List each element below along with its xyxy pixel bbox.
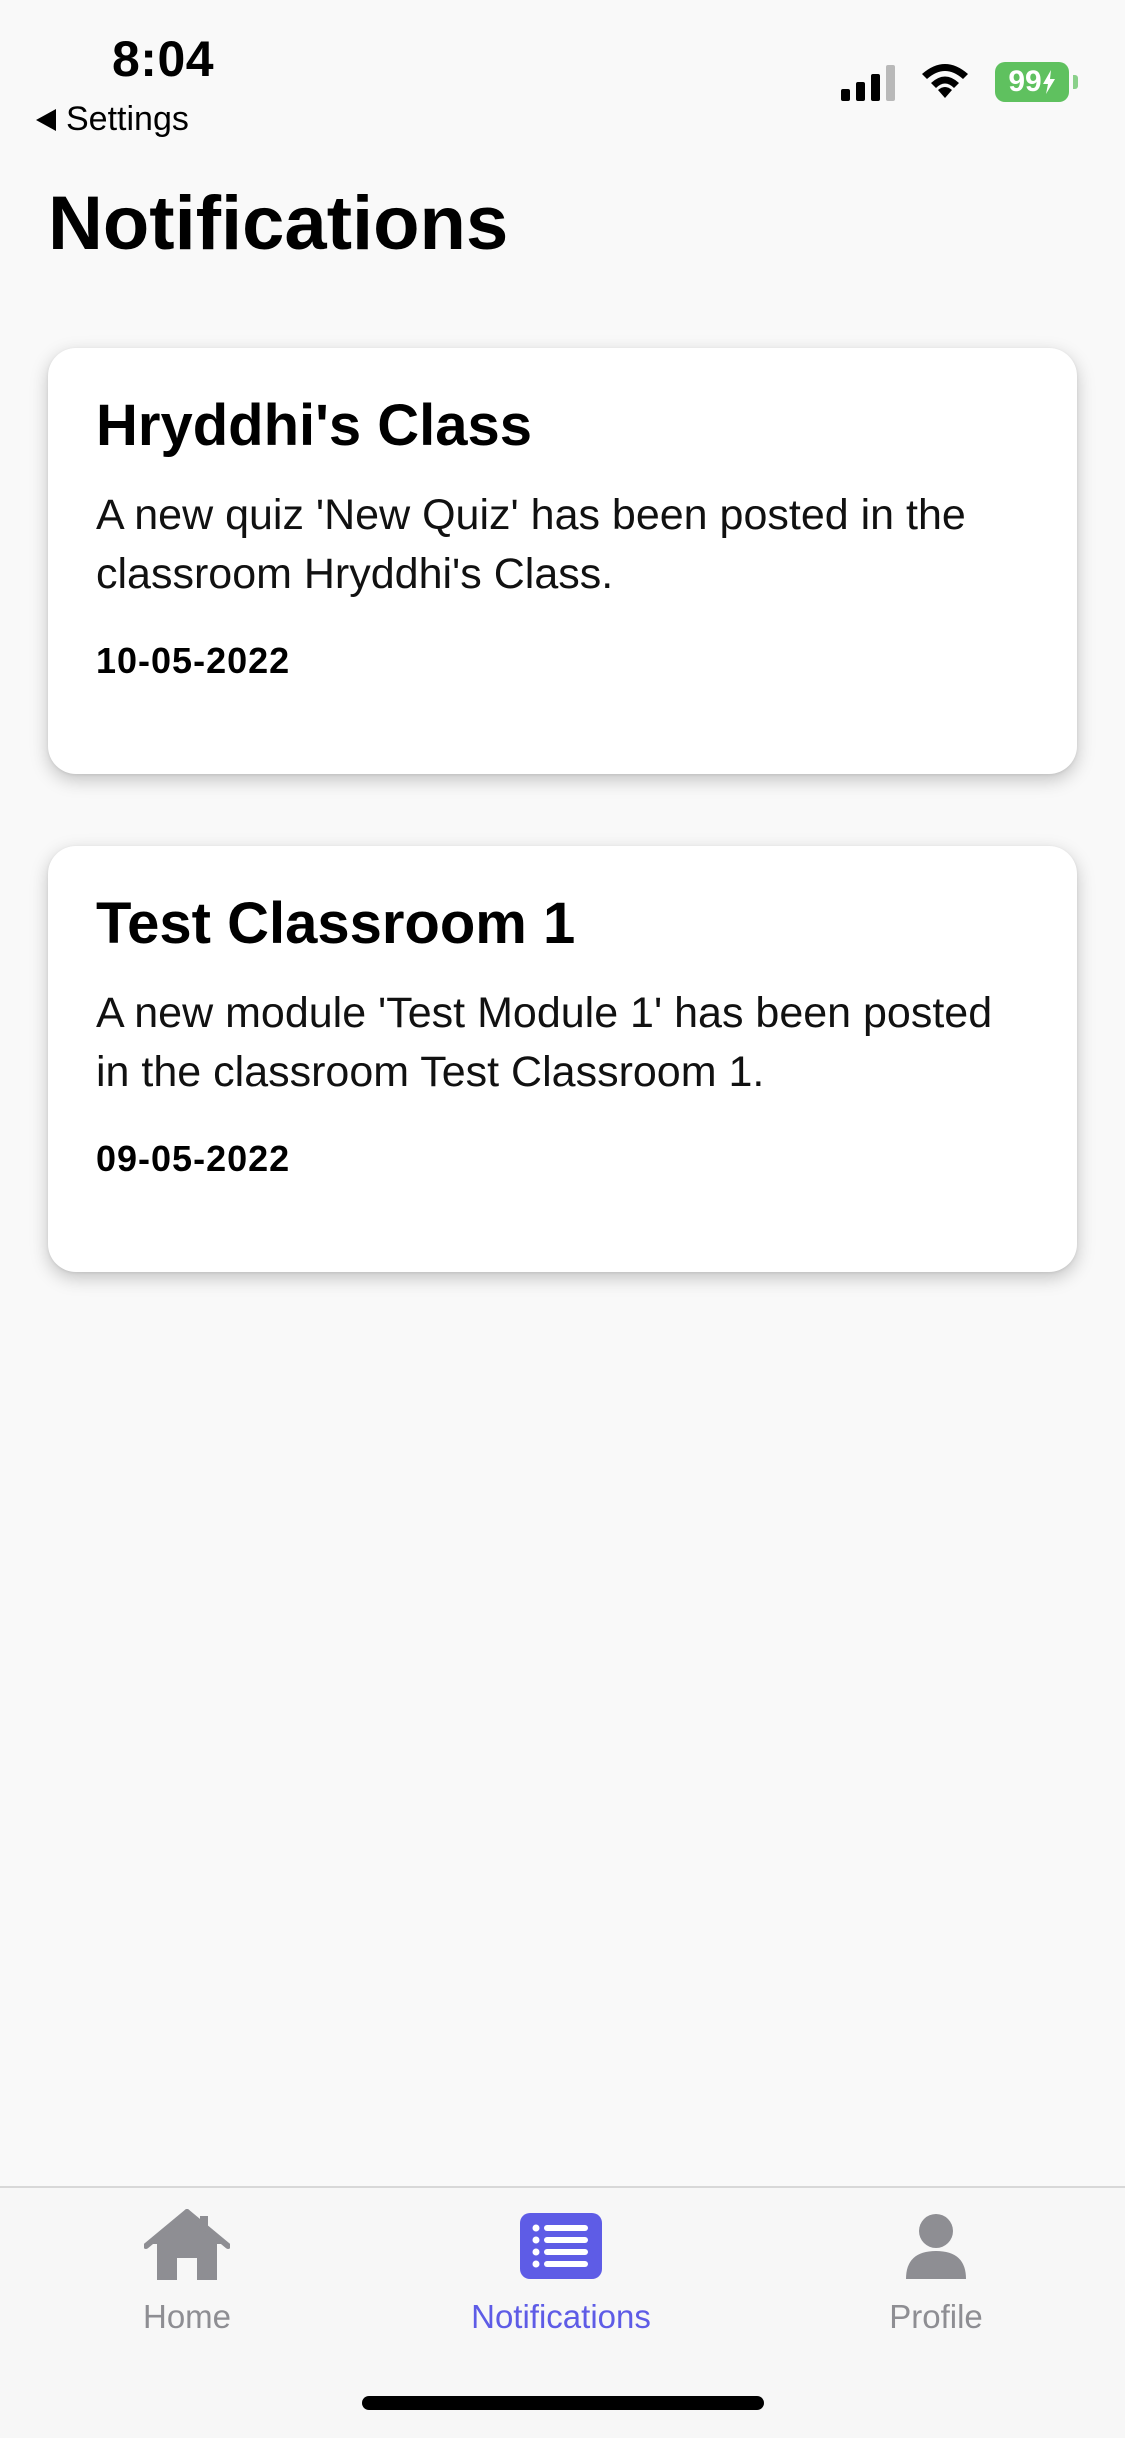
notification-title: Hryddhi's Class [96,393,533,458]
person-icon [891,2206,981,2286]
tab-profile[interactable]: Profile [816,2206,1056,2336]
back-to-settings-link[interactable]: Settings [36,100,189,139]
house-icon [142,2206,232,2286]
status-time: 8:04 [112,31,215,87]
cellular-signal-icon [841,63,895,101]
notification-date: 10-05-2022 [96,640,291,682]
tab-label: Profile [889,2298,983,2335]
tab-label: Home [142,2298,232,2335]
home-indicator[interactable] [362,2396,764,2410]
back-link-label: Settings [66,100,189,138]
list-icon [516,2206,606,2286]
battery-icon: 99 [995,62,1078,102]
notification-message: A new quiz 'New Quiz' has been posted in… [96,490,966,599]
notification-card[interactable]: Test Classroom 1 A new module 'Test Modu… [48,846,1077,1272]
status-icons: 99 [841,62,1078,102]
notification-date: 09-05-2022 [96,1138,291,1180]
tab-home[interactable]: Home [67,2206,307,2336]
notification-title: Test Classroom 1 [96,891,576,956]
wifi-icon [922,64,968,98]
notification-card[interactable]: Hryddhi's Class A new quiz 'New Quiz' ha… [48,348,1077,774]
back-arrow-icon [36,108,56,131]
tab-label: Notifications [471,2298,651,2335]
charging-bolt-icon [1042,70,1055,94]
tab-notifications[interactable]: Notifications [441,2206,681,2336]
page-title: Notifications [48,181,509,266]
notification-message: A new module 'Test Module 1' has been po… [96,988,993,1097]
battery-level: 99 [1008,65,1042,98]
